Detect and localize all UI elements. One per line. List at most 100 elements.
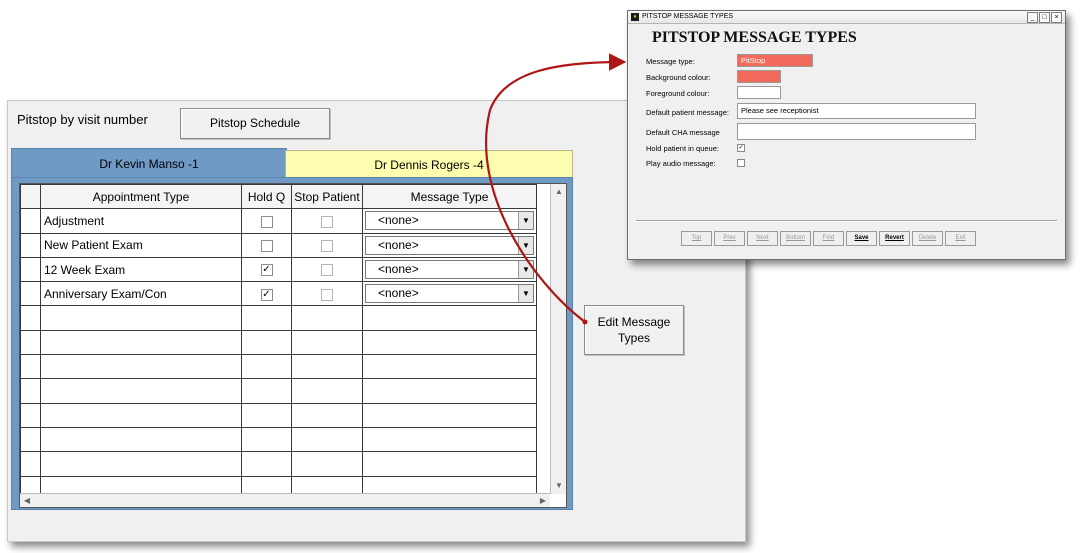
stop-patient-cell[interactable]: [291, 402, 363, 428]
row-selector[interactable]: [20, 208, 41, 234]
message-type-cell[interactable]: [362, 426, 537, 453]
message-type-cell[interactable]: [362, 354, 537, 380]
play-audio-checkbox[interactable]: [737, 159, 745, 167]
table-row[interactable]: [20, 426, 537, 453]
scroll-down-icon[interactable]: ▼: [551, 478, 566, 494]
table-row[interactable]: [20, 305, 537, 331]
row-selector[interactable]: [20, 329, 41, 356]
default-cha-message-field[interactable]: [737, 123, 976, 140]
close-icon[interactable]: ×: [1051, 12, 1062, 23]
row-selector[interactable]: [20, 451, 41, 477]
stop-patient-checkbox[interactable]: [321, 288, 333, 301]
row-selector[interactable]: [20, 305, 41, 331]
row-selector[interactable]: [20, 378, 41, 404]
table-row[interactable]: [20, 451, 537, 477]
message-type-dropdown[interactable]: <none> ▼: [365, 211, 534, 231]
message-type-cell[interactable]: [362, 305, 537, 331]
message-type-cell[interactable]: [362, 329, 537, 356]
row-selector[interactable]: [20, 354, 41, 380]
appointment-type-cell[interactable]: New Patient Exam: [40, 232, 242, 258]
revert-button[interactable]: Revert: [879, 231, 910, 246]
stop-patient-cell[interactable]: [291, 378, 363, 404]
prev-button[interactable]: Prev: [714, 231, 745, 246]
appointment-type-cell[interactable]: [40, 354, 242, 380]
message-type-cell[interactable]: [362, 402, 537, 428]
hold-q-cell[interactable]: [241, 305, 292, 331]
stop-patient-cell[interactable]: [291, 281, 363, 307]
hold-q-checkbox[interactable]: [260, 215, 273, 228]
hold-q-cell[interactable]: [241, 329, 292, 356]
table-row[interactable]: [20, 402, 537, 428]
row-selector[interactable]: [20, 232, 41, 258]
row-selector[interactable]: [20, 281, 41, 307]
stop-patient-cell[interactable]: [291, 256, 363, 283]
appointment-type-cell[interactable]: [40, 451, 242, 477]
edit-message-types-button[interactable]: Edit Message Types: [584, 305, 684, 355]
hold-q-cell[interactable]: [241, 378, 292, 404]
appointment-type-cell[interactable]: [40, 305, 242, 331]
column-header-stop-patient[interactable]: Stop Patient: [291, 184, 363, 210]
background-colour-swatch[interactable]: [737, 70, 781, 83]
minimize-icon[interactable]: _: [1027, 12, 1038, 23]
appointment-type-cell[interactable]: [40, 402, 242, 428]
table-row[interactable]: New Patient Exam <none> ▼: [20, 232, 537, 258]
appointment-type-cell[interactable]: [40, 426, 242, 453]
hold-q-cell[interactable]: [241, 402, 292, 428]
horizontal-scrollbar[interactable]: ◀ ▶: [20, 493, 550, 507]
stop-patient-checkbox[interactable]: [321, 215, 333, 228]
dialog-titlebar[interactable]: ♦ PITSTOP MESSAGE TYPES _ □ ×: [628, 11, 1065, 24]
message-type-cell[interactable]: <none> ▼: [362, 256, 537, 283]
row-selector[interactable]: [20, 402, 41, 428]
stop-patient-cell[interactable]: [291, 426, 363, 453]
column-header-message-type[interactable]: Message Type: [362, 184, 537, 210]
column-header-appointment-type[interactable]: Appointment Type: [40, 184, 242, 210]
appointment-type-cell[interactable]: [40, 378, 242, 404]
save-button[interactable]: Save: [846, 231, 877, 246]
hold-q-cell[interactable]: [241, 354, 292, 380]
chevron-down-icon[interactable]: ▼: [518, 261, 533, 279]
message-type-dropdown[interactable]: <none> ▼: [365, 284, 534, 304]
table-row[interactable]: Anniversary Exam/Con ✓ <none> ▼: [20, 281, 537, 307]
message-type-cell[interactable]: <none> ▼: [362, 208, 537, 234]
exit-button[interactable]: Exit: [945, 231, 976, 246]
stop-patient-cell[interactable]: [291, 305, 363, 331]
hold-q-cell[interactable]: [241, 451, 292, 477]
scroll-left-icon[interactable]: ◀: [20, 494, 34, 507]
message-type-cell[interactable]: <none> ▼: [362, 232, 537, 258]
stop-patient-checkbox[interactable]: [321, 264, 333, 277]
message-type-cell[interactable]: [362, 378, 537, 404]
stop-patient-cell[interactable]: [291, 208, 363, 234]
delete-button[interactable]: Delete: [912, 231, 943, 246]
appointment-type-cell[interactable]: Adjustment: [40, 208, 242, 234]
table-row[interactable]: Adjustment <none> ▼: [20, 208, 537, 234]
hold-q-checkbox[interactable]: ✓: [260, 264, 273, 277]
pitstop-schedule-button[interactable]: Pitstop Schedule: [180, 108, 330, 139]
message-type-cell[interactable]: [362, 451, 537, 477]
stop-patient-cell[interactable]: [291, 451, 363, 477]
hold-q-cell[interactable]: ✓: [241, 256, 292, 283]
scroll-right-icon[interactable]: ▶: [536, 494, 550, 507]
hold-q-cell[interactable]: ✓: [241, 281, 292, 307]
table-row[interactable]: [20, 354, 537, 380]
scroll-up-icon[interactable]: ▲: [551, 184, 566, 200]
appointment-type-cell[interactable]: 12 Week Exam: [40, 256, 242, 283]
bottom-button[interactable]: Bottom: [780, 231, 811, 246]
stop-patient-cell[interactable]: [291, 329, 363, 356]
hold-q-checkbox[interactable]: [260, 240, 273, 253]
hold-q-cell[interactable]: [241, 232, 292, 258]
row-selector[interactable]: [20, 256, 41, 283]
table-row[interactable]: [20, 378, 537, 404]
appointment-type-cell[interactable]: [40, 329, 242, 356]
tab-dr-dennis-rogers[interactable]: Dr Dennis Rogers -4: [285, 150, 573, 179]
chevron-down-icon[interactable]: ▼: [518, 212, 533, 230]
message-type-cell[interactable]: <none> ▼: [362, 281, 537, 307]
table-row[interactable]: 12 Week Exam ✓ <none> ▼: [20, 256, 537, 283]
hold-q-cell[interactable]: [241, 426, 292, 453]
hold-q-checkbox[interactable]: ✓: [260, 288, 273, 301]
message-type-field[interactable]: PitStop: [737, 54, 813, 67]
tab-dr-kevin-manso[interactable]: Dr Kevin Manso -1: [11, 148, 287, 179]
next-button[interactable]: Next: [747, 231, 778, 246]
message-type-dropdown[interactable]: <none> ▼: [365, 260, 534, 280]
hold-q-cell[interactable]: [241, 208, 292, 234]
default-patient-message-field[interactable]: Please see receptionist: [737, 103, 976, 119]
